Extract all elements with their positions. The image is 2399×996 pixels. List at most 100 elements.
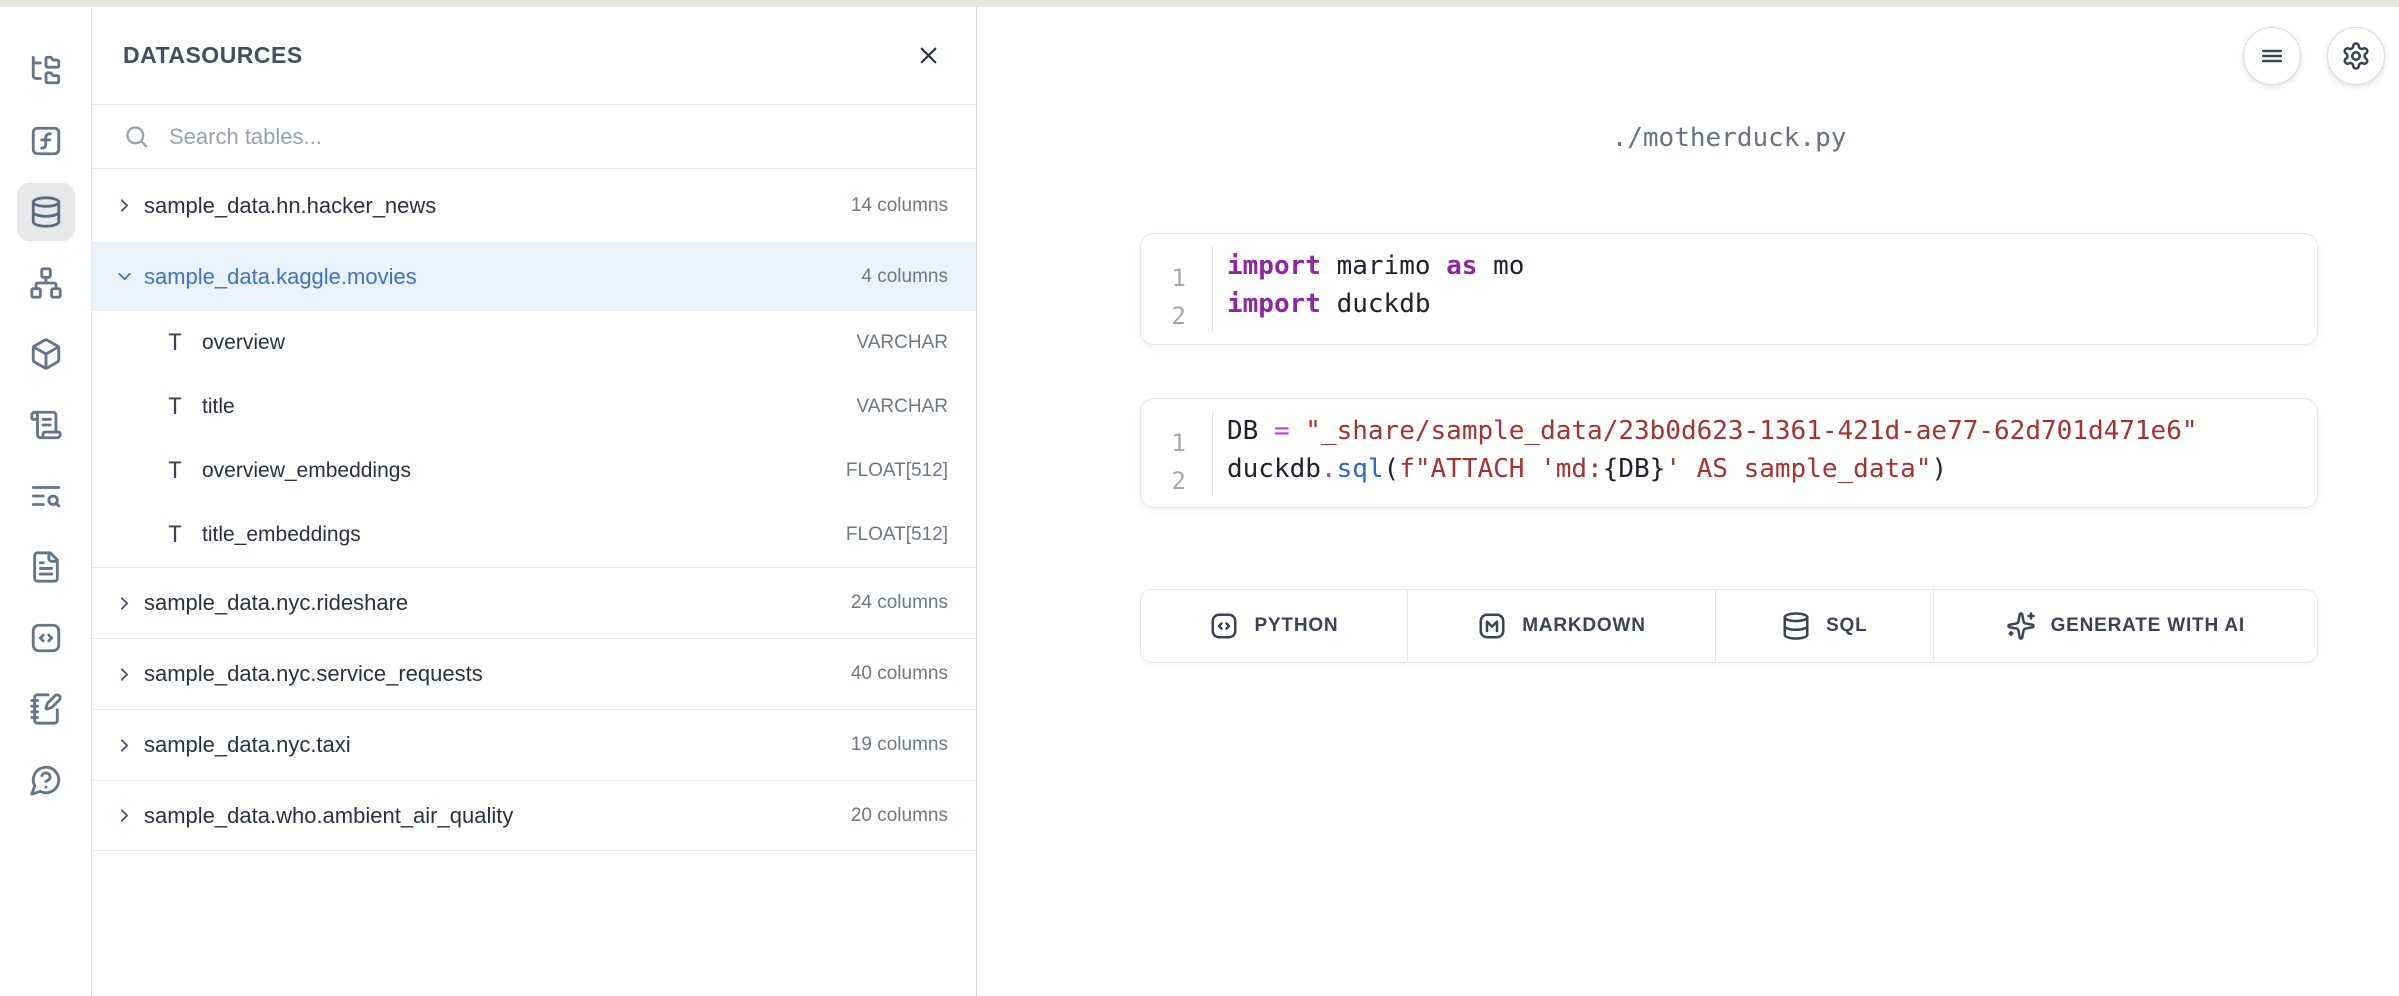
column-type: VARCHAR xyxy=(857,396,949,418)
line-number: 2 xyxy=(1141,297,1186,335)
column-row-title[interactable]: T title VARCHAR xyxy=(92,375,976,439)
table-name: sample_data.who.ambient_air_quality xyxy=(144,803,513,829)
table-row-nyc-rideshare[interactable]: sample_data.nyc.rideshare 24 columns xyxy=(92,568,976,639)
search-tables-input[interactable] xyxy=(167,123,948,151)
movies-columns-group: T overview VARCHAR T title VARCHAR T ove… xyxy=(92,311,976,568)
code-line: import marimo as mo xyxy=(1227,247,2317,285)
document-icon xyxy=(29,550,63,584)
code-line: import duckdb xyxy=(1227,285,2317,323)
table-name: sample_data.nyc.taxi xyxy=(144,732,351,758)
table-name: sample_data.hn.hacker_news xyxy=(144,193,436,219)
column-row-title-embeddings[interactable]: T title_embeddings FLOAT[512] xyxy=(92,503,976,567)
gear-icon xyxy=(2341,41,2371,71)
sidebar-item-tracebacks[interactable] xyxy=(17,467,75,525)
table-column-count: 40 columns xyxy=(851,663,948,685)
sidebar-item-documentation[interactable] xyxy=(17,538,75,596)
table-row-nyc-taxi[interactable]: sample_data.nyc.taxi 19 columns xyxy=(92,710,976,781)
column-name: title xyxy=(202,395,235,419)
column-type: FLOAT[512] xyxy=(846,460,948,482)
table-search-row xyxy=(92,105,976,169)
text-type-icon: T xyxy=(163,459,187,484)
table-name: sample_data.nyc.rideshare xyxy=(144,590,408,616)
code-cell-attach-db: 12 DB = "_share/sample_data/23b0d623-136… xyxy=(1140,398,2318,508)
text-type-icon: T xyxy=(163,395,187,420)
notebook-filename[interactable]: ./motherduck.py xyxy=(1140,123,2318,153)
add-cell-toolbar: PYTHON MARKDOWN SQL GENERATE WITH AI xyxy=(1140,589,2318,663)
column-name: overview xyxy=(202,331,285,355)
text-type-icon: T xyxy=(163,331,187,356)
function-square-icon xyxy=(29,124,63,158)
help-chat-icon xyxy=(29,763,63,797)
chevron-right-icon xyxy=(114,195,135,216)
sidebar-item-variables[interactable] xyxy=(17,112,75,170)
top-accent-strip xyxy=(0,0,2399,7)
sidebar-item-packages[interactable] xyxy=(17,325,75,383)
table-column-count: 20 columns xyxy=(851,805,948,827)
close-panel-button[interactable] xyxy=(908,36,948,76)
sidebar-item-scratchpad[interactable] xyxy=(17,680,75,738)
panel-title: DATASOURCES xyxy=(123,42,303,69)
table-name: sample_data.nyc.service_requests xyxy=(144,661,483,687)
log-search-icon xyxy=(29,479,63,513)
sidebar-item-files[interactable] xyxy=(17,41,75,99)
scratchpad-icon xyxy=(29,692,63,726)
chevron-right-icon xyxy=(114,593,135,614)
column-name: title_embeddings xyxy=(202,523,361,547)
add-sql-cell-button[interactable]: SQL xyxy=(1716,590,1934,662)
datasources-panel: DATASOURCES sample_data.hn.hacker_news 1… xyxy=(92,7,977,996)
markdown-square-icon xyxy=(1477,611,1507,641)
sidebar-item-logs[interactable] xyxy=(17,396,75,454)
button-label: GENERATE WITH AI xyxy=(2051,615,2245,637)
code-square-icon xyxy=(1209,611,1239,641)
line-number-gutter: 12 xyxy=(1141,246,1213,332)
dependency-graph-icon xyxy=(29,266,63,300)
generate-with-ai-button[interactable]: GENERATE WITH AI xyxy=(1934,590,2317,662)
package-box-icon xyxy=(29,337,63,371)
sidebar-item-snippets[interactable] xyxy=(17,609,75,667)
column-row-overview-embeddings[interactable]: T overview_embeddings FLOAT[512] xyxy=(92,439,976,503)
column-type: VARCHAR xyxy=(857,332,949,354)
line-number: 2 xyxy=(1141,462,1186,500)
sparkles-icon xyxy=(2006,611,2036,641)
column-name: overview_embeddings xyxy=(202,459,411,483)
settings-button[interactable] xyxy=(2327,27,2385,85)
chevron-down-icon xyxy=(114,266,135,287)
table-row-hacker-news[interactable]: sample_data.hn.hacker_news 14 columns xyxy=(92,169,976,243)
table-row-nyc-service-requests[interactable]: sample_data.nyc.service_requests 40 colu… xyxy=(92,639,976,710)
code-editor[interactable]: DB = "_share/sample_data/23b0d623-1361-4… xyxy=(1213,399,2317,507)
table-column-count: 24 columns xyxy=(851,592,948,614)
column-row-overview[interactable]: T overview VARCHAR xyxy=(92,311,976,375)
notebook-menu-button[interactable] xyxy=(2243,27,2301,85)
line-number: 1 xyxy=(1141,259,1186,297)
icon-sidebar xyxy=(0,7,92,996)
code-line: duckdb.sql(f"ATTACH 'md:{DB}' AS sample_… xyxy=(1227,450,2317,488)
sidebar-item-dependencies[interactable] xyxy=(17,254,75,312)
scroll-icon xyxy=(29,408,63,442)
button-label: SQL xyxy=(1826,615,1867,637)
sidebar-item-datasources[interactable] xyxy=(17,183,75,241)
column-type: FLOAT[512] xyxy=(846,524,948,546)
sidebar-item-help[interactable] xyxy=(17,751,75,809)
notebook-area: ./motherduck.py 12 import marimo as moim… xyxy=(978,7,2399,996)
button-label: PYTHON xyxy=(1254,615,1338,637)
code-editor[interactable]: import marimo as moimport duckdb xyxy=(1213,234,2317,344)
table-name: sample_data.kaggle.movies xyxy=(144,264,417,290)
code-cell-imports: 12 import marimo as moimport duckdb xyxy=(1140,233,2318,345)
table-row-kaggle-movies[interactable]: sample_data.kaggle.movies 4 columns xyxy=(92,243,976,311)
datasources-panel-header: DATASOURCES xyxy=(92,7,976,105)
file-tree-icon xyxy=(29,53,63,87)
button-label: MARKDOWN xyxy=(1522,615,1646,637)
search-icon xyxy=(123,123,150,150)
table-column-count: 19 columns xyxy=(851,734,948,756)
add-python-cell-button[interactable]: PYTHON xyxy=(1141,590,1408,662)
line-number-gutter: 12 xyxy=(1141,411,1213,495)
table-column-count: 14 columns xyxy=(851,195,948,217)
table-column-count: 4 columns xyxy=(861,266,948,288)
add-markdown-cell-button[interactable]: MARKDOWN xyxy=(1408,590,1716,662)
code-line: DB = "_share/sample_data/23b0d623-1361-4… xyxy=(1227,412,2317,450)
chevron-right-icon xyxy=(114,735,135,756)
chevron-right-icon xyxy=(114,664,135,685)
table-row-who-ambient-air-quality[interactable]: sample_data.who.ambient_air_quality 20 c… xyxy=(92,781,976,851)
database-icon xyxy=(1781,611,1811,641)
hamburger-menu-icon xyxy=(2257,41,2287,71)
